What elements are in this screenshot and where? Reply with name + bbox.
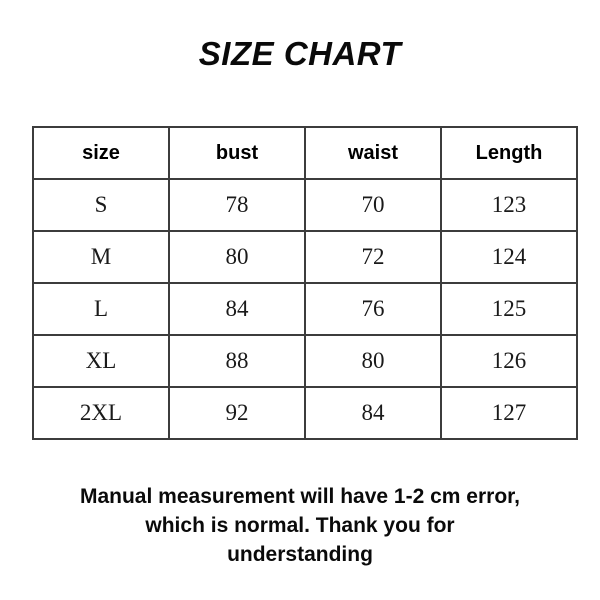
cell-bust: 78 — [168, 178, 306, 232]
cell-size: L — [32, 282, 170, 336]
table-row: L 84 76 125 — [32, 282, 578, 336]
size-table: size bust waist Length S 78 70 123 M 80 … — [32, 126, 578, 440]
size-table-container: size bust waist Length S 78 70 123 M 80 … — [32, 126, 578, 440]
cell-length: 124 — [440, 230, 578, 284]
table-header: size bust waist Length — [32, 126, 578, 180]
cell-bust: 92 — [168, 386, 306, 440]
cell-size: M — [32, 230, 170, 284]
table-header-row: size bust waist Length — [32, 126, 578, 180]
column-header-waist: waist — [304, 126, 442, 180]
cell-bust: 80 — [168, 230, 306, 284]
cell-bust: 84 — [168, 282, 306, 336]
cell-length: 123 — [440, 178, 578, 232]
cell-length: 127 — [440, 386, 578, 440]
cell-size: S — [32, 178, 170, 232]
table-body: S 78 70 123 M 80 72 124 L 84 76 125 XL 8… — [32, 178, 578, 440]
cell-size: 2XL — [32, 386, 170, 440]
table-row: S 78 70 123 — [32, 178, 578, 232]
cell-waist: 72 — [304, 230, 442, 284]
column-header-size: size — [32, 126, 170, 180]
table-row: 2XL 92 84 127 — [32, 386, 578, 440]
cell-waist: 84 — [304, 386, 442, 440]
cell-bust: 88 — [168, 334, 306, 388]
size-chart-page: SIZE CHART size bust waist Length S 78 7… — [0, 0, 600, 600]
cell-length: 125 — [440, 282, 578, 336]
column-header-bust: bust — [168, 126, 306, 180]
measurement-disclaimer: Manual measurement will have 1-2 cm erro… — [79, 485, 520, 566]
cell-size: XL — [32, 334, 170, 388]
cell-waist: 70 — [304, 178, 442, 232]
page-title: SIZE CHART — [198, 35, 402, 72]
cell-waist: 76 — [304, 282, 442, 336]
cell-length: 126 — [440, 334, 578, 388]
table-row: XL 88 80 126 — [32, 334, 578, 388]
cell-waist: 80 — [304, 334, 442, 388]
table-row: M 80 72 124 — [32, 230, 578, 284]
column-header-length: Length — [440, 126, 578, 180]
